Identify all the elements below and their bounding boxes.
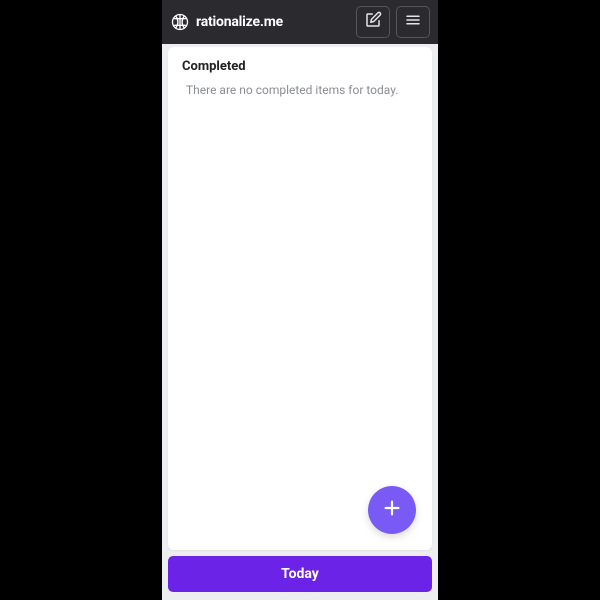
- brand: rationalize.me: [170, 12, 350, 32]
- content-area: Completed There are no completed items f…: [162, 44, 438, 600]
- compose-button[interactable]: [356, 6, 390, 38]
- brain-icon: [170, 12, 190, 32]
- menu-button[interactable]: [396, 6, 430, 38]
- completed-card: Completed There are no completed items f…: [168, 47, 432, 550]
- brand-name: rationalize.me: [196, 14, 283, 30]
- today-button[interactable]: Today: [168, 556, 432, 592]
- empty-state-text: There are no completed items for today.: [182, 82, 418, 99]
- today-label: Today: [281, 566, 319, 582]
- add-button[interactable]: [368, 486, 416, 534]
- header: rationalize.me: [162, 0, 438, 44]
- plus-icon: [381, 497, 403, 523]
- edit-icon: [364, 11, 382, 33]
- hamburger-icon: [404, 11, 422, 33]
- app-frame: rationalize.me Completed There a: [162, 0, 438, 600]
- section-title: Completed: [182, 59, 418, 74]
